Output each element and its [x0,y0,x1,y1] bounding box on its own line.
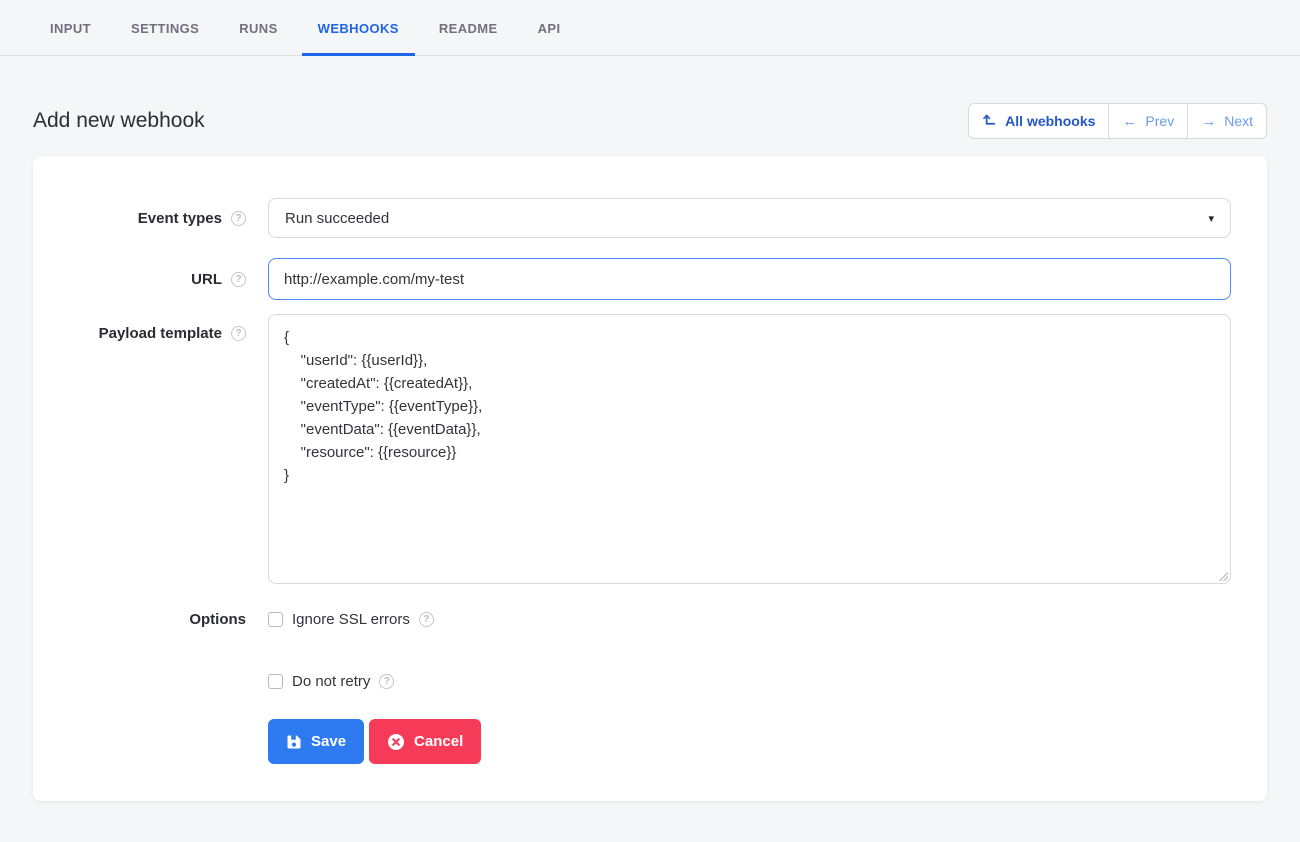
all-webhooks-button[interactable]: All webhooks [968,103,1109,139]
chevron-down-icon: ▾ [1208,212,1214,225]
webhook-nav-button-group: All webhooks ← Prev → Next [968,103,1267,139]
cancel-button[interactable]: Cancel [369,719,481,764]
payload-template-row: Payload template ? { "userId": {{userId}… [69,314,1231,584]
tab-settings[interactable]: SETTINGS [115,0,215,56]
floppy-disk-icon [286,734,302,750]
prev-button[interactable]: ← Prev [1108,103,1188,139]
arrow-left-icon: ← [1122,114,1137,129]
tab-webhooks[interactable]: WEBHOOKS [302,0,415,56]
ignore-ssl-errors-label[interactable]: Ignore SSL errors [292,611,410,628]
url-row: URL ? [69,258,1231,300]
event-types-label: Event types [138,210,222,227]
help-icon[interactable]: ? [231,211,246,226]
page-title: Add new webhook [33,109,205,133]
tab-runs[interactable]: RUNS [223,0,293,56]
cancel-label: Cancel [414,733,463,750]
help-icon[interactable]: ? [231,326,246,341]
payload-template-textarea[interactable]: { "userId": {{userId}}, "createdAt": {{c… [268,314,1231,584]
payload-template-label: Payload template [99,325,222,342]
help-icon[interactable]: ? [419,612,434,627]
form-actions: Save Cancel [268,719,1231,764]
tab-input[interactable]: INPUT [34,0,107,56]
url-label: URL [191,271,222,288]
event-types-select[interactable]: Run succeeded ▾ [268,198,1231,238]
arrow-up-back-icon [982,112,997,130]
next-label: Next [1224,113,1253,129]
do-not-retry-option: Do not retry ? [268,671,1231,692]
ignore-ssl-errors-checkbox[interactable] [268,612,283,627]
next-button[interactable]: → Next [1187,103,1267,139]
ignore-ssl-errors-option: Ignore SSL errors ? [268,609,434,630]
arrow-right-icon: → [1201,114,1216,129]
save-label: Save [311,733,346,750]
do-not-retry-checkbox[interactable] [268,674,283,689]
url-input[interactable] [268,258,1231,300]
options-row: Options Ignore SSL errors ? [69,609,1231,630]
save-button[interactable]: Save [268,719,364,764]
help-icon[interactable]: ? [231,272,246,287]
all-webhooks-label: All webhooks [1005,113,1095,129]
tab-readme[interactable]: README [423,0,514,56]
options-label: Options [189,611,246,628]
do-not-retry-label[interactable]: Do not retry [292,673,370,690]
help-icon[interactable]: ? [379,674,394,689]
tab-bar: INPUT SETTINGS RUNS WEBHOOKS README API [0,0,1300,56]
event-types-row: Event types ? Run succeeded ▾ [69,198,1231,238]
webhook-form-card: Event types ? Run succeeded ▾ URL ? Payl… [33,156,1267,801]
circle-x-icon [387,733,405,751]
page-header: Add new webhook All webhooks ← Prev → Ne… [33,103,1267,139]
event-types-selected-value: Run succeeded [285,210,389,227]
tab-api[interactable]: API [522,0,577,56]
prev-label: Prev [1145,113,1174,129]
